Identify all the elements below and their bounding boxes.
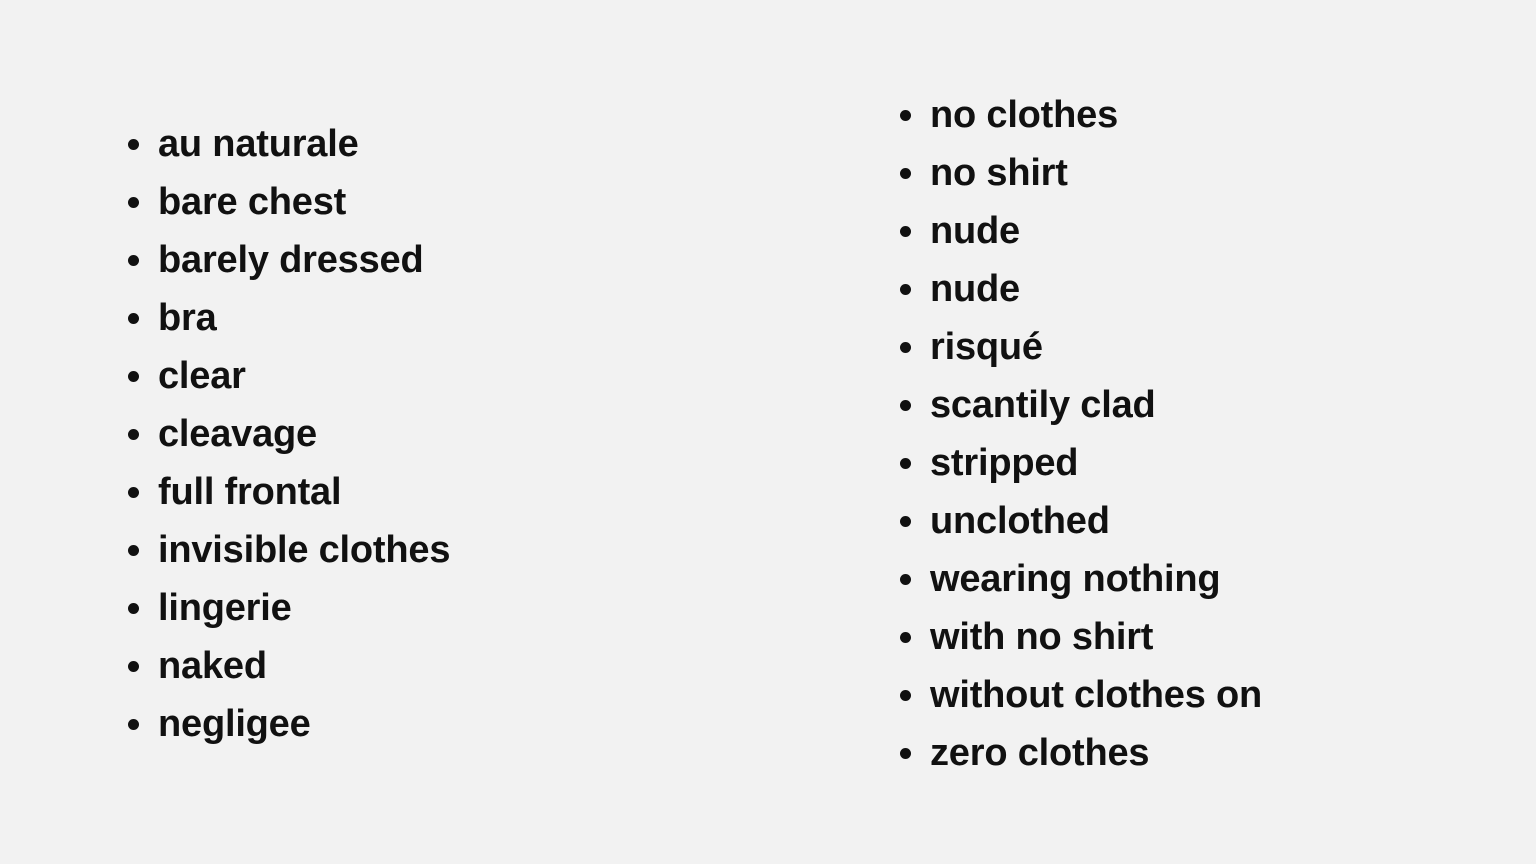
- bullet-icon: [128, 429, 139, 440]
- bullet-icon: [128, 545, 139, 556]
- bullet-icon: [900, 168, 911, 179]
- list-item: lingerie: [124, 579, 450, 637]
- list-item: nude: [896, 202, 1262, 260]
- list-item: scantily clad: [896, 376, 1262, 434]
- bullet-icon: [900, 284, 911, 295]
- list-item-label: full frontal: [158, 471, 342, 513]
- list-item-label: wearing nothing: [930, 558, 1221, 600]
- list-item-label: zero clothes: [930, 732, 1150, 774]
- list-item-label: lingerie: [158, 587, 292, 629]
- bullet-icon: [900, 632, 911, 643]
- bullet-icon: [900, 342, 911, 353]
- list-item: risqué: [896, 318, 1262, 376]
- bullet-icon: [900, 226, 911, 237]
- list-item-label: cleavage: [158, 413, 317, 455]
- bullet-icon: [128, 661, 139, 672]
- list-item-label: stripped: [930, 442, 1079, 484]
- list-item-label: au naturale: [158, 123, 359, 165]
- list-item: unclothed: [896, 492, 1262, 550]
- right-column-list: no clothes no shirt nude nude risqué scantily…: [896, 86, 1262, 782]
- list-item: naked: [124, 637, 450, 695]
- list-item: nude: [896, 260, 1262, 318]
- left-column-list: au naturale bare chest barely dressed bra cl…: [124, 115, 450, 753]
- list-item: without clothes on: [896, 666, 1262, 724]
- bullet-icon: [128, 197, 139, 208]
- bullet-icon: [128, 313, 139, 324]
- list-item-label: barely dressed: [158, 239, 424, 281]
- bullet-icon: [900, 110, 911, 121]
- list-item-label: negligee: [158, 703, 311, 745]
- bullet-icon: [900, 400, 911, 411]
- bullet-icon: [900, 458, 911, 469]
- list-item-label: clear: [158, 355, 246, 397]
- bullet-icon: [900, 574, 911, 585]
- bullet-icon: [900, 516, 911, 527]
- bullet-icon: [128, 719, 139, 730]
- list-item: no shirt: [896, 144, 1262, 202]
- bullet-icon: [128, 603, 139, 614]
- list-item-label: with no shirt: [930, 616, 1154, 658]
- list-item-label: no clothes: [930, 94, 1119, 136]
- list-item: au naturale: [124, 115, 450, 173]
- list-item: full frontal: [124, 463, 450, 521]
- list-item-label: no shirt: [930, 152, 1068, 194]
- list-item-label: risqué: [930, 326, 1043, 368]
- list-item-label: nude: [930, 268, 1020, 310]
- bullet-icon: [128, 487, 139, 498]
- list-item: bare chest: [124, 173, 450, 231]
- list-item: clear: [124, 347, 450, 405]
- bullet-icon: [900, 748, 911, 759]
- list-item: bra: [124, 289, 450, 347]
- list-item-label: without clothes on: [930, 674, 1263, 716]
- list-item: barely dressed: [124, 231, 450, 289]
- list-item: no clothes: [896, 86, 1262, 144]
- list-item-label: bare chest: [158, 181, 347, 223]
- list-item-label: naked: [158, 645, 267, 687]
- bullet-icon: [900, 690, 911, 701]
- list-item: invisible clothes: [124, 521, 450, 579]
- bullet-icon: [128, 255, 139, 266]
- list-item-label: nude: [930, 210, 1020, 252]
- list-item-label: bra: [158, 297, 217, 339]
- list-item-label: scantily clad: [930, 384, 1156, 426]
- list-item: cleavage: [124, 405, 450, 463]
- list-item: wearing nothing: [896, 550, 1262, 608]
- bullet-icon: [128, 139, 139, 150]
- list-item-label: invisible clothes: [158, 529, 451, 571]
- bullet-icon: [128, 371, 139, 382]
- list-item-label: unclothed: [930, 500, 1110, 542]
- list-item: negligee: [124, 695, 450, 753]
- list-item: zero clothes: [896, 724, 1262, 782]
- list-item: stripped: [896, 434, 1262, 492]
- list-item: with no shirt: [896, 608, 1262, 666]
- document-page: au naturale bare chest barely dressed bra cl…: [0, 0, 1536, 864]
